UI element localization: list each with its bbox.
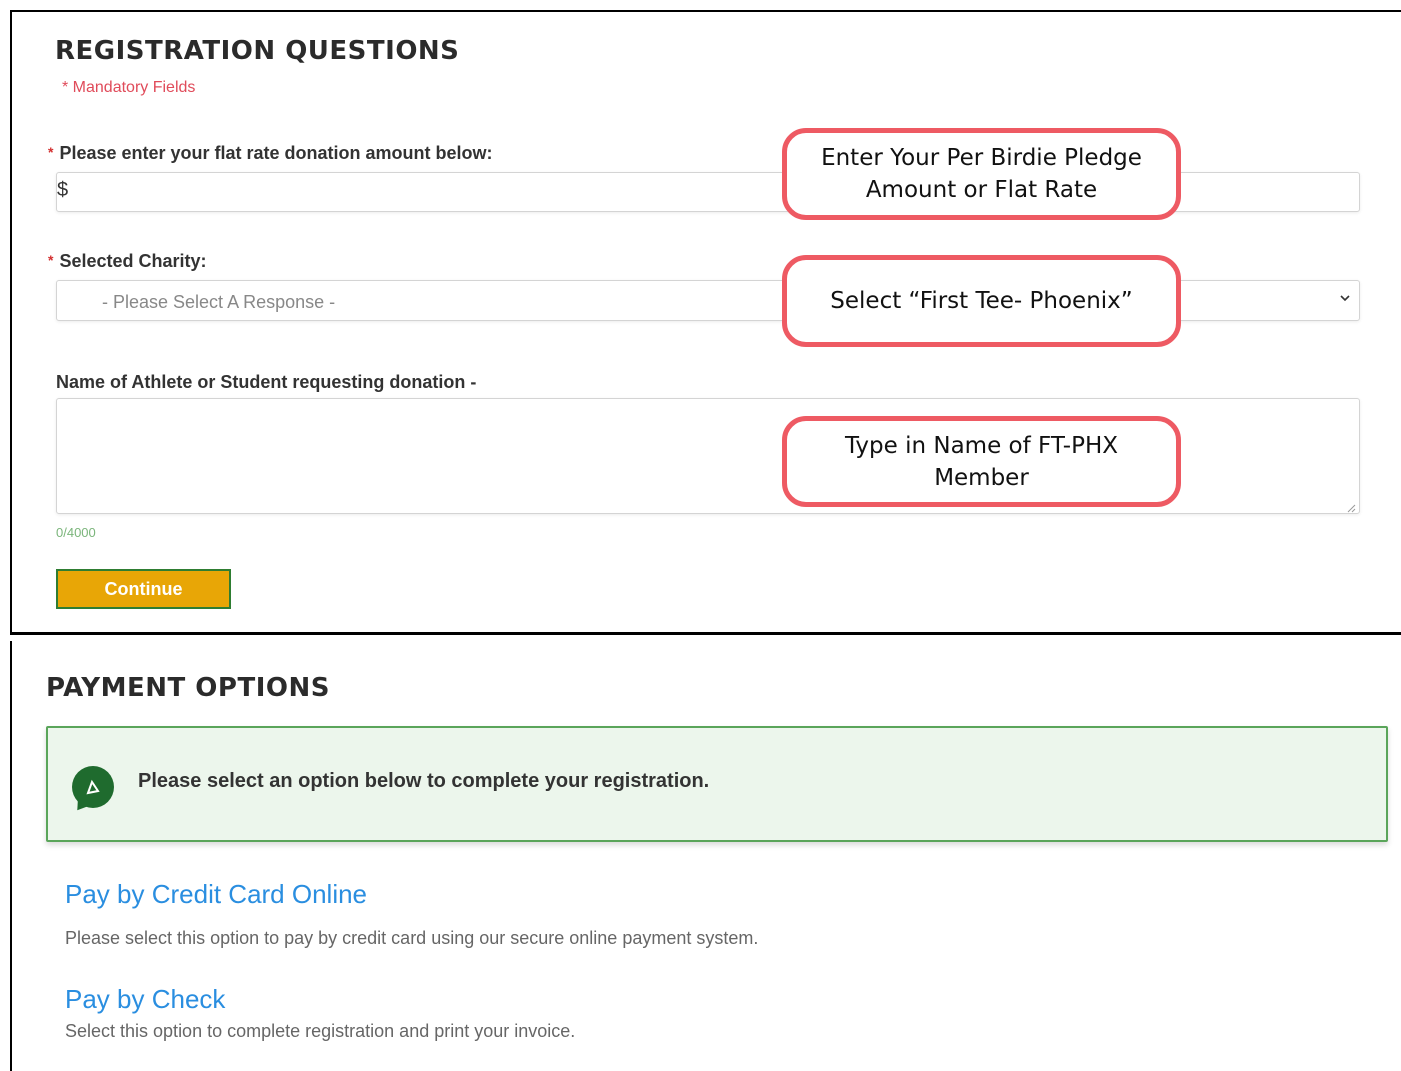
character-counter: 0/4000 (56, 525, 96, 540)
pay-check-link[interactable]: Pay by Check (65, 984, 225, 1015)
callout-member-line2: Member (934, 464, 1029, 491)
chat-bubble-icon (72, 766, 114, 808)
callout-charity-text: Select “First Tee- Phoenix” (830, 288, 1133, 314)
required-marker: * (48, 252, 54, 268)
callout-pledge-line2: Amount or Flat Rate (865, 177, 1098, 203)
callout-pledge: Enter Your Per Birdie Pledge Amount or F… (782, 128, 1181, 220)
required-marker: * (48, 144, 54, 160)
chevron-down-icon (1339, 291, 1351, 307)
donation-label-text: Please enter your flat rate donation amo… (59, 143, 493, 163)
continue-button[interactable]: Continue (56, 569, 231, 609)
payment-panel: PAYMENT OPTIONS Please select an option … (10, 641, 1401, 1071)
dollar-prefix: $ (57, 179, 69, 201)
payment-title: PAYMENT OPTIONS (46, 673, 330, 703)
callout-pledge-line1: Enter Your Per Birdie Pledge (821, 145, 1142, 171)
charity-label-text: Selected Charity: (59, 251, 207, 271)
pay-credit-card-description: Please select this option to pay by cred… (65, 928, 759, 948)
callout-charity: Select “First Tee- Phoenix” (782, 255, 1181, 347)
charity-label: * Selected Charity: (48, 251, 207, 272)
registration-title: REGISTRATION QUESTIONS (55, 36, 460, 66)
callout-member: Type in Name of FT-PHX Member (782, 416, 1181, 507)
charity-select-placeholder: - Please Select A Response - (102, 292, 336, 312)
pay-credit-card-link[interactable]: Pay by Credit Card Online (65, 879, 367, 910)
info-text: Please select an option below to complet… (138, 770, 710, 792)
mandatory-note: * Mandatory Fields (62, 79, 196, 96)
donation-label: * Please enter your flat rate donation am… (48, 143, 493, 164)
registration-panel: REGISTRATION QUESTIONS * Mandatory Field… (10, 10, 1401, 635)
callout-member-line1: Type in Name of FT-PHX (844, 432, 1119, 459)
athlete-label: Name of Athlete or Student requesting do… (56, 372, 477, 392)
info-alert: Please select an option below to complet… (46, 726, 1388, 842)
resize-handle-icon[interactable] (1346, 500, 1356, 513)
pay-check-description: Select this option to complete registrat… (65, 1021, 576, 1041)
